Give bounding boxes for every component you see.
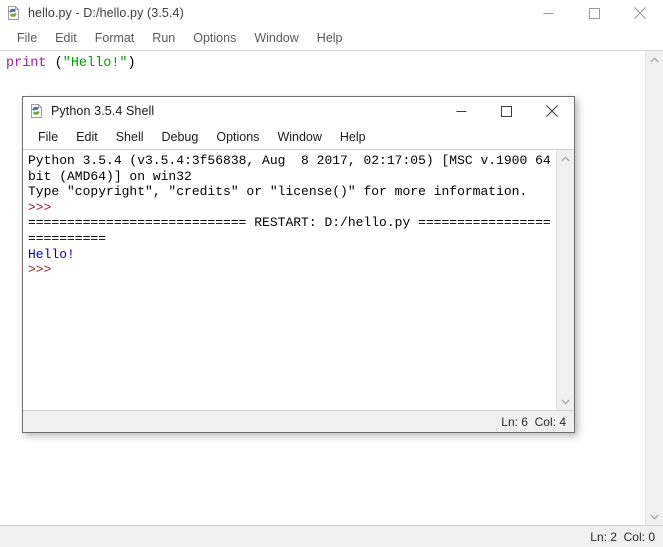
chevron-down-icon: [561, 399, 570, 405]
python-file-icon: [6, 5, 22, 21]
editor-window-controls: [525, 0, 663, 26]
shell-cursor-position: Ln: 6 Col: 4: [501, 415, 566, 429]
code-token-keyword: print: [6, 56, 47, 71]
minimize-icon: [543, 8, 554, 19]
menu-item-window[interactable]: Window: [245, 27, 307, 50]
editor-statusbar: Ln: 2 Col: 0: [0, 525, 663, 547]
shell-vertical-scrollbar[interactable]: [556, 150, 574, 410]
shell-banner-line-1: Python 3.5.4 (v3.5.4:3f56838, Aug 8 2017…: [28, 153, 559, 184]
shell-scroll-track[interactable]: [557, 167, 574, 393]
python-file-icon: [29, 103, 45, 119]
shell-menu-item-edit[interactable]: Edit: [67, 126, 107, 149]
menu-item-options[interactable]: Options: [184, 27, 245, 50]
editor-cursor-position: Ln: 2 Col: 0: [590, 530, 655, 544]
shell-menu-item-file[interactable]: File: [29, 126, 67, 149]
menu-item-help[interactable]: Help: [308, 27, 352, 50]
close-button[interactable]: [617, 0, 663, 26]
shell-prompt-2: >>>: [28, 262, 51, 277]
shell-menubar: File Edit Shell Debug Options Window Hel…: [23, 125, 574, 150]
shell-close-button[interactable]: [529, 97, 574, 125]
shell-menu-item-shell[interactable]: Shell: [107, 126, 153, 149]
shell-menu-item-options[interactable]: Options: [207, 126, 268, 149]
shell-menu-item-window[interactable]: Window: [268, 126, 330, 149]
code-token-open-paren: (: [47, 56, 63, 71]
shell-title-text: Python 3.5.4 Shell: [51, 104, 154, 118]
menu-item-format[interactable]: Format: [86, 27, 144, 50]
shell-minimize-button[interactable]: [439, 97, 484, 125]
maximize-button[interactable]: [571, 0, 617, 26]
menu-item-file[interactable]: File: [8, 27, 46, 50]
code-token-close-paren: ): [128, 56, 136, 71]
chevron-down-icon: [650, 514, 659, 520]
shell-scroll-down-button[interactable]: [557, 393, 574, 410]
minimize-button[interactable]: [525, 0, 571, 26]
shell-statusbar: Ln: 6 Col: 4: [23, 410, 574, 432]
shell-output-area[interactable]: Python 3.5.4 (v3.5.4:3f56838, Aug 8 2017…: [23, 150, 574, 410]
editor-titlebar[interactable]: hello.py - D:/hello.py (3.5.4): [0, 0, 663, 26]
editor-menubar: File Edit Format Run Options Window Help: [0, 26, 663, 51]
shell-banner-line-2: Type "copyright", "credits" or "license(…: [28, 184, 527, 199]
editor-code-line: print ("Hello!"): [6, 55, 136, 72]
shell-output-text: Python 3.5.4 (v3.5.4:3f56838, Aug 8 2017…: [28, 153, 555, 278]
shell-menu-item-debug[interactable]: Debug: [153, 126, 208, 149]
shell-prompt-1: >>>: [28, 200, 51, 215]
editor-title-text: hello.py - D:/hello.py (3.5.4): [28, 6, 184, 20]
shell-result-line: Hello!: [28, 247, 75, 262]
menu-item-run[interactable]: Run: [143, 27, 184, 50]
scroll-track[interactable]: [646, 68, 663, 508]
shell-window: Python 3.5.4 Shell File Edit S: [22, 96, 575, 433]
chevron-up-icon: [561, 156, 570, 162]
shell-window-controls: [439, 97, 574, 125]
scroll-down-button[interactable]: [646, 508, 663, 525]
maximize-icon: [589, 8, 600, 19]
shell-menu-item-help[interactable]: Help: [331, 126, 375, 149]
shell-restart-line: ============================ RESTART: D:…: [28, 215, 551, 246]
shell-maximize-button[interactable]: [484, 97, 529, 125]
scroll-up-button[interactable]: [646, 51, 663, 68]
chevron-up-icon: [650, 57, 659, 63]
shell-titlebar[interactable]: Python 3.5.4 Shell: [23, 97, 574, 125]
code-token-string: "Hello!": [63, 56, 128, 71]
close-icon: [546, 105, 558, 117]
menu-item-edit[interactable]: Edit: [46, 27, 86, 50]
close-icon: [634, 7, 646, 19]
maximize-icon: [501, 106, 512, 117]
shell-scroll-up-button[interactable]: [557, 150, 574, 167]
editor-vertical-scrollbar[interactable]: [645, 51, 663, 525]
minimize-icon: [456, 106, 467, 117]
